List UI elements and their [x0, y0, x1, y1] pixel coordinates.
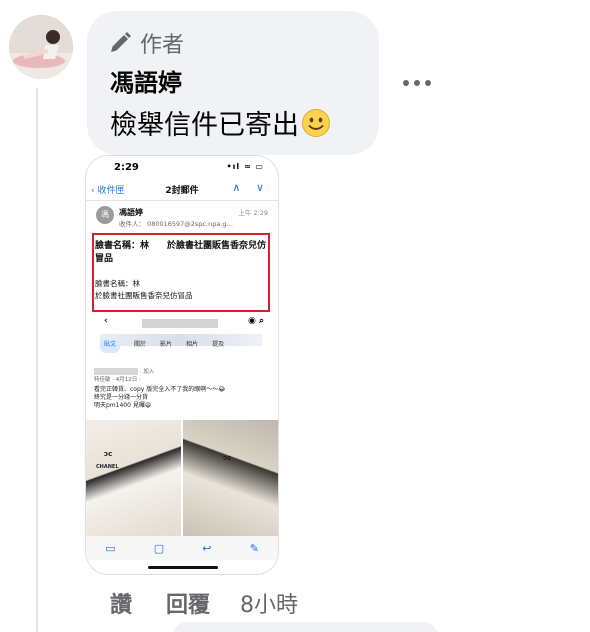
attachment-fb-tab: 關於 [134, 341, 147, 348]
attachment-sender-avatar: 馮 [96, 206, 114, 224]
attachment-fb-header: ‹ ◉ ⌕ [104, 316, 264, 328]
attachment-nav-arrows: ∧ ∨ [232, 181, 270, 194]
attachment-fb-tab: 相片 [186, 341, 199, 348]
avatar[interactable] [9, 15, 73, 79]
attachment-post-line: 明天pm1400 見囉😆 [94, 402, 152, 409]
reply-button[interactable]: 回覆 [166, 587, 210, 619]
more-options-button[interactable] [400, 70, 434, 96]
thread-line [36, 88, 38, 632]
comment-actions: 讚 回覆 8小時 [110, 587, 298, 619]
attachment-body-line: 臉書名稱：林 [95, 279, 140, 288]
attachment-fb-tabs: 貼文 關於 影片 相片 提及 [100, 339, 268, 353]
attachment-body: 臉書名稱：林 於臉書社團販售香奈兒仿冒品 [95, 278, 267, 302]
attached-image[interactable]: 2:29 •ıl ≈ ▭ ‹ 收件匣 2封郵件 ∧ ∨ 馮 馮語婷 收件人： 0… [86, 156, 278, 574]
attachment-mail-time: 上午 2:29 [238, 209, 268, 217]
attachment-divider [86, 200, 278, 201]
attachment-mail-toolbar: ▭ ▢ ↩ ✎ [86, 536, 278, 560]
attachment-post-sub: 特佳敏 · 4月12日 · [94, 377, 141, 383]
attachment-sender: 馮語婷 [119, 208, 143, 217]
attachment-body-line: 於臉書社團販售香奈兒仿冒品 [95, 291, 193, 300]
comment-text-content: 檢舉信件已寄出 [110, 110, 299, 141]
blurred-name [142, 319, 218, 328]
attachment-home-indicator [148, 566, 218, 569]
attachment-subject: 臉書名稱：林 於臉書社團販售香奈兒仿冒品 [95, 241, 267, 264]
pencil-icon [111, 32, 131, 52]
attachment-product-photos: ↄc CHANEL ↄc [86, 420, 278, 536]
archive-icon: ▭ [105, 541, 116, 555]
attachment-post-line: 看完正韓貨、copy 版完全入不了我的眼啊～～😂 [94, 386, 226, 393]
smiling-face-emoji [302, 108, 330, 137]
attachment-status-time: 2:29 [114, 162, 139, 173]
like-button[interactable]: 讚 [110, 587, 132, 619]
attachment-post-line: 終究是一分錢一分貨 [94, 394, 149, 401]
blurred-name [94, 368, 138, 375]
compose-icon: ✎ [249, 541, 259, 555]
attachment-status-icons: •ıl ≈ ▭ [226, 162, 264, 171]
attachment-fb-tab: 提及 [212, 341, 225, 348]
attachment-status-bar: 2:29 •ıl ≈ ▭ [86, 156, 278, 178]
attachment-fb-tab: 貼文 [100, 339, 121, 353]
attachment-fb-tab: 影片 [160, 341, 173, 348]
folder-icon: ▢ [153, 541, 165, 555]
attachment-fb-post: · 加入 特佳敏 · 4月12日 · 看完正韓貨、copy 版完全入不了我的眼啊… [94, 367, 262, 419]
chanel-logo: ↄc [104, 450, 113, 458]
chanel-logo: ↄc [223, 454, 232, 462]
commenter-name[interactable]: 馮語婷 [110, 63, 182, 98]
author-badge-label: 作者 [140, 33, 185, 58]
product-photo: ↄc CHANEL [86, 420, 181, 536]
comment-timestamp[interactable]: 8小時 [240, 587, 298, 619]
attachment-recipient: 收件人： 080016597@2spc.npa.g… [119, 220, 233, 228]
author-badge: 作者 [108, 27, 184, 59]
next-comment-bubble [172, 622, 438, 632]
reply-icon: ↩ [202, 541, 212, 555]
attachment-mail-nav: ‹ 收件匣 2封郵件 ∧ ∨ [86, 180, 278, 200]
messenger-search-icon: ◉ ⌕ [247, 316, 264, 326]
more-horizontal-icon [403, 80, 409, 86]
product-photo: ↄc [183, 420, 278, 536]
comment-text: 檢舉信件已寄出 [110, 103, 331, 142]
